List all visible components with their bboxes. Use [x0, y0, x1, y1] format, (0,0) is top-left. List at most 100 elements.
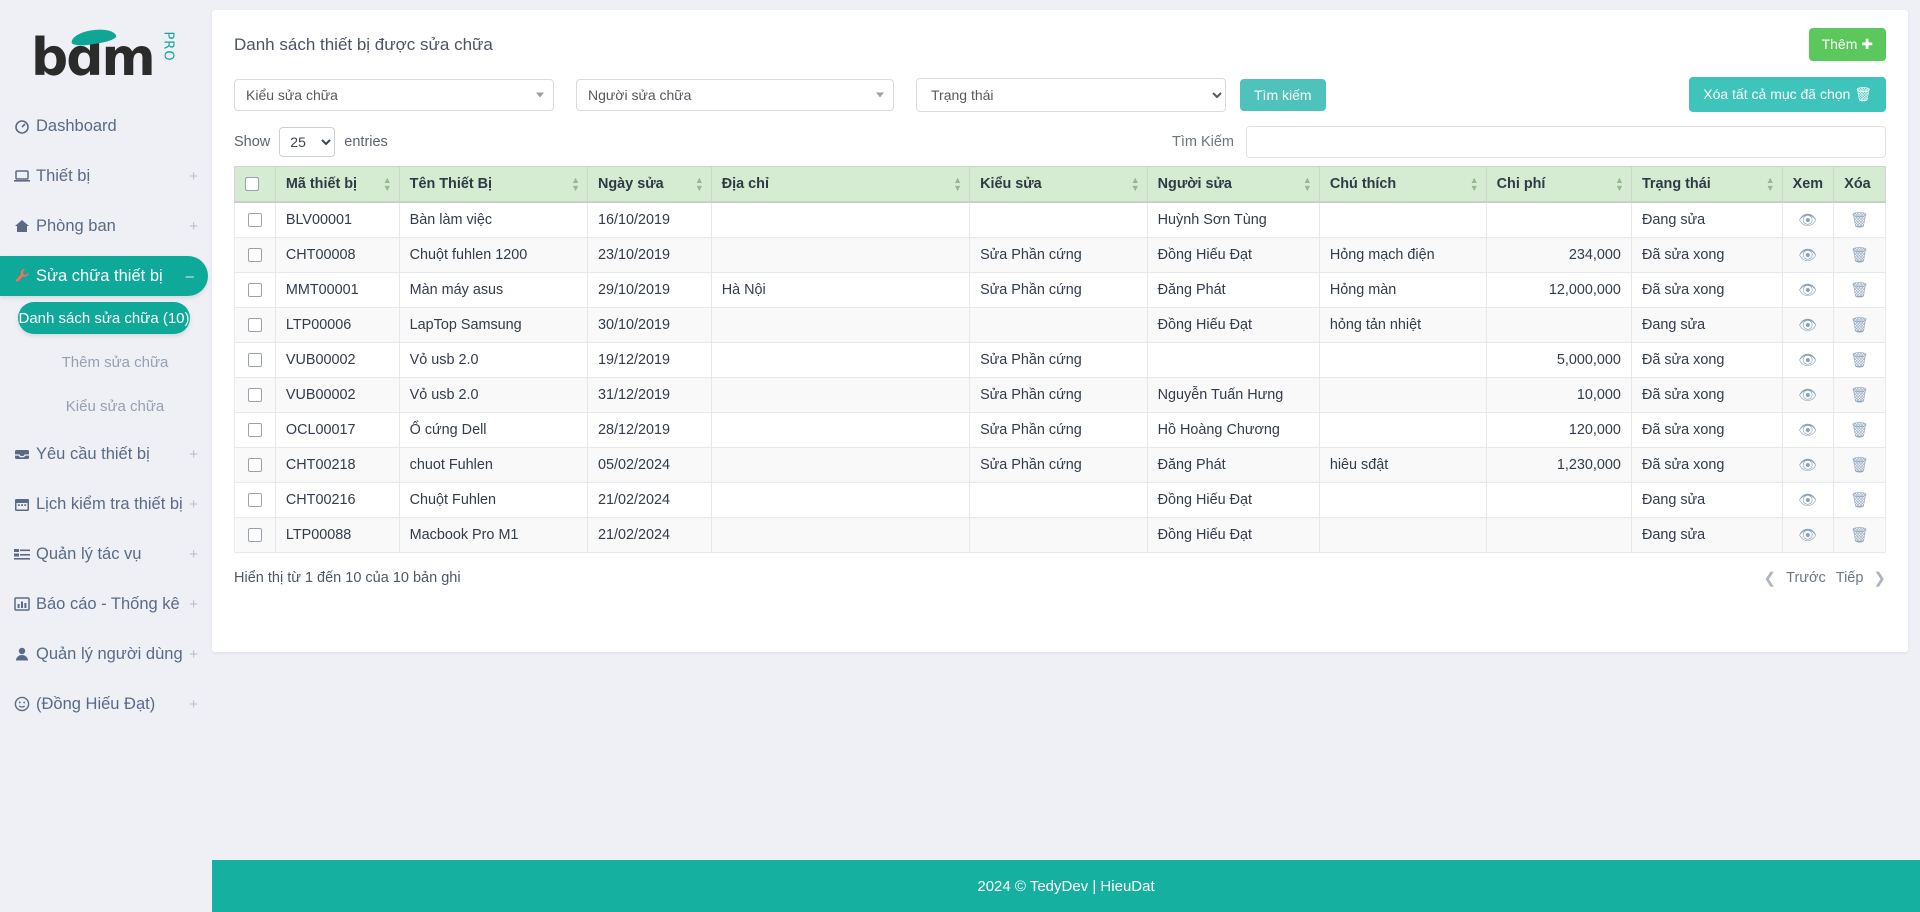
delete-cell[interactable]: 🗑 — [1833, 201, 1886, 238]
add-button[interactable]: Thêm ✚ — [1808, 28, 1886, 61]
row-checkbox[interactable] — [247, 458, 262, 473]
page-length-select[interactable]: 10 25 50 100 — [279, 127, 336, 157]
sidebar-subitem-kieu-sua-chua[interactable]: Kiểu sửa chữa — [18, 390, 212, 422]
th-dia-chi[interactable]: Địa chỉ ▲ ▼ — [710, 166, 971, 203]
row-checkbox[interactable] — [247, 528, 262, 543]
delete-cell[interactable]: 🗑 — [1833, 272, 1886, 308]
row-select-cell[interactable] — [234, 237, 276, 273]
eye-icon[interactable]: 👁 — [1798, 246, 1817, 264]
th-ma-thiet-bi[interactable]: Mã thiết bị ▲ ▼ — [274, 166, 400, 203]
row-select-cell[interactable] — [234, 307, 276, 343]
prev-page-button[interactable]: Trước — [1786, 570, 1826, 586]
next-chevron-icon[interactable]: ❯ — [1873, 569, 1886, 587]
trash-icon[interactable]: 🗑 — [1850, 456, 1869, 474]
sidebar-item-dashboard[interactable]: Dashboard — [0, 106, 212, 146]
th-ngay-sua[interactable]: Ngày sửa ▲ ▼ — [587, 166, 712, 203]
th-ten-thiet-bi[interactable]: Tên Thiết Bị ▲ ▼ — [398, 166, 589, 203]
eye-icon[interactable]: 👁 — [1798, 351, 1817, 369]
th-nguoi-sua[interactable]: Người sửa ▲ ▼ — [1146, 166, 1320, 203]
row-select-cell[interactable] — [234, 517, 276, 553]
row-checkbox[interactable] — [247, 213, 262, 228]
prev-chevron-icon[interactable]: ❮ — [1764, 569, 1777, 587]
delete-cell[interactable]: 🗑 — [1833, 412, 1886, 448]
trash-icon[interactable]: 🗑 — [1850, 386, 1869, 404]
sidebar-item-thiet-bi[interactable]: Thiết bị + — [0, 156, 212, 196]
eye-icon[interactable]: 👁 — [1798, 211, 1817, 229]
sidebar-subitem-them-sua-chua[interactable]: Thêm sửa chữa — [18, 346, 212, 378]
trash-icon[interactable]: 🗑 — [1850, 351, 1869, 369]
eye-icon[interactable]: 👁 — [1798, 421, 1817, 439]
trash-icon[interactable]: 🗑 — [1850, 211, 1869, 229]
row-select-cell[interactable] — [234, 412, 276, 448]
row-select-cell[interactable] — [234, 447, 276, 483]
repair-type-select[interactable]: Kiểu sửa chữa — [234, 78, 554, 111]
delete-cell[interactable]: 🗑 — [1833, 307, 1886, 343]
row-checkbox[interactable] — [247, 248, 262, 263]
eye-icon[interactable]: 👁 — [1798, 491, 1817, 509]
cell-ma-thiet-bi: LTP00088 — [274, 517, 400, 553]
eye-icon[interactable]: 👁 — [1798, 526, 1817, 544]
sidebar-item-bao-cao-thong-ke[interactable]: Báo cáo - Thống kê + — [0, 584, 212, 624]
sidebar-caret: + — [189, 545, 198, 563]
row-checkbox[interactable] — [247, 388, 262, 403]
th-chi-phi[interactable]: Chi phí ▲ ▼ — [1485, 166, 1632, 203]
sidebar-item-quan-ly-nguoi-dung[interactable]: Quản lý người dùng + — [0, 634, 212, 674]
th-trang-thai[interactable]: Trạng thái ▲ ▼ — [1630, 166, 1783, 203]
sidebar-item-phong-ban[interactable]: Phòng ban + — [0, 206, 212, 246]
view-cell[interactable]: 👁 — [1781, 377, 1835, 413]
sidebar-item-user-account[interactable]: (Đồng Hiếu Đạt) + — [0, 684, 212, 724]
view-cell[interactable]: 👁 — [1781, 447, 1835, 483]
row-checkbox[interactable] — [247, 283, 262, 298]
row-checkbox[interactable] — [247, 493, 262, 508]
delete-cell[interactable]: 🗑 — [1833, 447, 1886, 483]
delete-cell[interactable]: 🗑 — [1833, 342, 1886, 378]
sidebar-item-yeu-cau-thiet-bi[interactable]: Yêu cầu thiết bị + — [0, 434, 212, 474]
sidebar-subitem-danh-sach-sua-chua[interactable]: Danh sách sửa chữa (10) — [18, 302, 190, 334]
row-checkbox[interactable] — [247, 353, 262, 368]
delete-cell[interactable]: 🗑 — [1833, 482, 1886, 518]
repair-person-select[interactable]: Người sửa chữa — [576, 78, 894, 111]
row-select-cell[interactable] — [234, 342, 276, 378]
delete-selected-button[interactable]: Xóa tất cả mục đã chọn 🗑 — [1689, 77, 1886, 112]
eye-icon[interactable]: 👁 — [1798, 456, 1817, 474]
sidebar-item-quan-ly-tac-vu[interactable]: Quản lý tác vụ + — [0, 534, 212, 574]
th-chu-thich[interactable]: Chú thích ▲ ▼ — [1318, 166, 1487, 203]
eye-icon[interactable]: 👁 — [1798, 281, 1817, 299]
trash-icon[interactable]: 🗑 — [1850, 491, 1869, 509]
row-checkbox[interactable] — [247, 423, 262, 438]
sort-icon: ▲ ▼ — [382, 175, 392, 193]
view-cell[interactable]: 👁 — [1781, 412, 1835, 448]
eye-icon[interactable]: 👁 — [1798, 316, 1817, 334]
view-cell[interactable]: 👁 — [1781, 342, 1835, 378]
th-kieu-sua[interactable]: Kiểu sửa ▲ ▼ — [969, 166, 1148, 203]
eye-icon[interactable]: 👁 — [1798, 386, 1817, 404]
sidebar-item-lich-kiem-tra-thiet-bi[interactable]: Lịch kiểm tra thiết bị + — [0, 484, 212, 524]
row-select-cell[interactable] — [234, 201, 276, 238]
row-checkbox[interactable] — [247, 318, 262, 333]
trash-icon[interactable]: 🗑 — [1850, 421, 1869, 439]
view-cell[interactable]: 👁 — [1781, 272, 1835, 308]
sidebar-item-sua-chua-thiet-bi[interactable]: Sửa chữa thiết bị – — [0, 256, 208, 296]
view-cell[interactable]: 👁 — [1781, 482, 1835, 518]
delete-cell[interactable]: 🗑 — [1833, 377, 1886, 413]
row-select-cell[interactable] — [234, 272, 276, 308]
select-all-checkbox[interactable] — [245, 177, 259, 192]
view-cell[interactable]: 👁 — [1781, 307, 1835, 343]
view-cell[interactable]: 👁 — [1781, 517, 1835, 553]
trash-icon[interactable]: 🗑 — [1850, 246, 1869, 264]
view-cell[interactable]: 👁 — [1781, 237, 1835, 273]
status-select[interactable]: Trạng thái Đang sửa Đã sửa xong — [916, 77, 1226, 112]
delete-cell[interactable]: 🗑 — [1833, 517, 1886, 553]
row-select-cell[interactable] — [234, 482, 276, 518]
next-page-button[interactable]: Tiếp — [1836, 570, 1864, 586]
select-all-header[interactable] — [234, 166, 276, 203]
view-cell[interactable]: 👁 — [1781, 201, 1835, 238]
table-search-input[interactable] — [1246, 126, 1886, 158]
trash-icon[interactable]: 🗑 — [1850, 316, 1869, 334]
trash-icon[interactable]: 🗑 — [1850, 526, 1869, 544]
row-select-cell[interactable] — [234, 377, 276, 413]
search-submit-button[interactable]: Tìm kiếm — [1240, 78, 1326, 111]
trash-icon[interactable]: 🗑 — [1850, 281, 1869, 299]
cell-ngay-sua: 31/12/2019 — [587, 377, 712, 413]
delete-cell[interactable]: 🗑 — [1833, 237, 1886, 273]
